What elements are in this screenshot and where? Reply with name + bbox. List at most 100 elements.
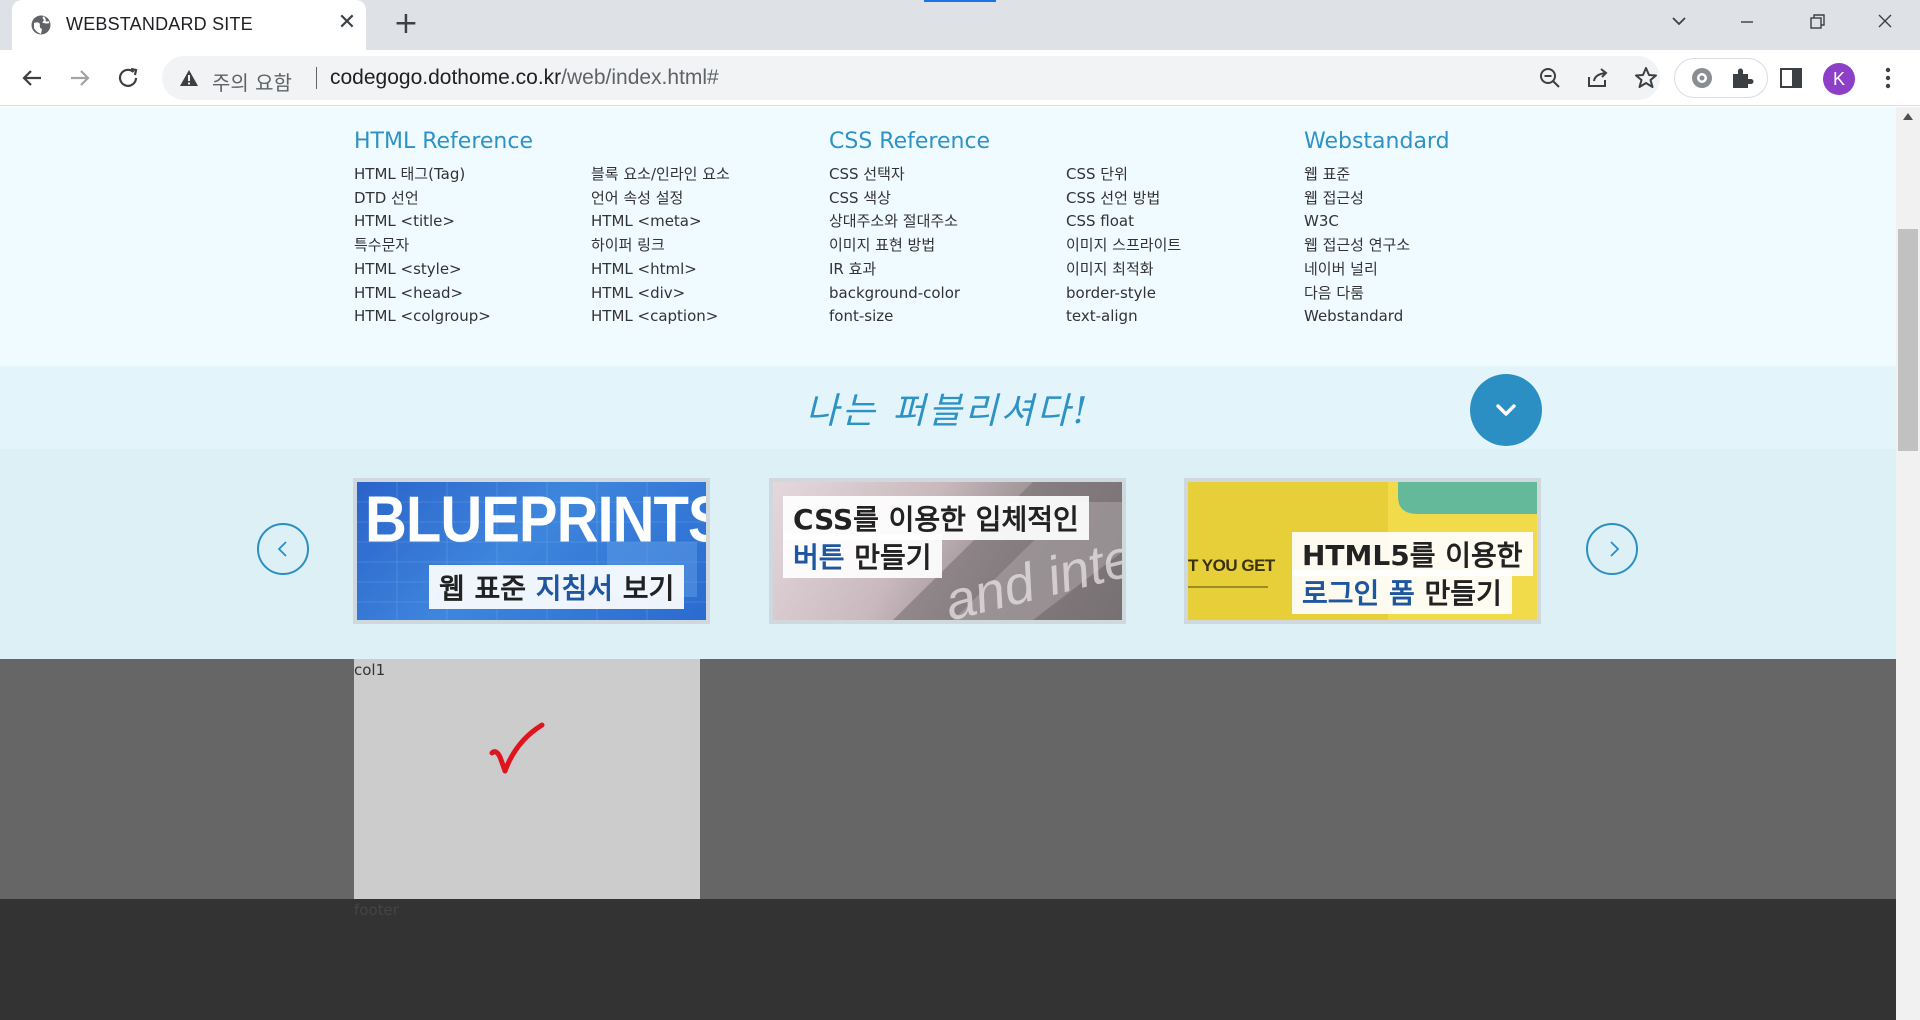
list-item[interactable]: HTML <style>: [354, 258, 533, 282]
list-item[interactable]: 이미지 표현 방법: [829, 234, 990, 258]
divider: [316, 67, 317, 89]
list-item[interactable]: 이미지 스프라이트: [1066, 234, 1181, 258]
list-item[interactable]: 블록 요소/인라인 요소: [591, 163, 730, 187]
caption-highlight: 지침서: [535, 572, 614, 605]
list-item[interactable]: CSS 색상: [829, 187, 990, 211]
ref-list: HTML 태그(Tag) DTD 선언 HTML <title> 특수문자 HT…: [354, 163, 533, 329]
ref-list: CSS 선택자 CSS 색상 상대주소와 절대주소 이미지 표현 방법 IR 효…: [829, 163, 990, 329]
new-tab-button[interactable]: +: [389, 8, 423, 42]
ref-heading: Webstandard: [1304, 129, 1450, 154]
ref-column-css: CSS Reference CSS 선택자 CSS 색상 상대주소와 절대주소 …: [829, 129, 990, 329]
list-item[interactable]: 특수문자: [354, 234, 533, 258]
slide-blueprints[interactable]: BLUEPRINTS 웹 표준 지침서 보기: [353, 478, 710, 624]
list-item[interactable]: 네이버 널리: [1304, 258, 1450, 282]
slider-prev-button[interactable]: [257, 523, 309, 575]
puzzle-icon[interactable]: [1729, 65, 1755, 91]
active-tab[interactable]: WEBSTANDARD SITE ✕: [12, 0, 366, 51]
slogan-band: 나는 퍼블리셔다!: [0, 366, 1896, 449]
cols-section: col1: [0, 659, 1896, 899]
list-item[interactable]: CSS float: [1066, 210, 1181, 234]
list-item[interactable]: HTML 태그(Tag): [354, 163, 533, 187]
caption-text: 만들기: [1414, 577, 1502, 610]
ref-list: 웹 표준 웹 접근성 W3C 웹 접근성 연구소 네이버 널리 다음 다룸 We…: [1304, 163, 1450, 329]
ref-list: CSS 단위 CSS 선언 방법 CSS float 이미지 스프라이트 이미지…: [1066, 163, 1181, 329]
list-item[interactable]: background-color: [829, 282, 990, 306]
scroll-thumb[interactable]: [1898, 229, 1918, 451]
url-text[interactable]: codegogo.dothome.co.kr/web/index.html#: [330, 66, 719, 90]
back-icon[interactable]: [13, 59, 51, 97]
ref-column-html: HTML Reference HTML 태그(Tag) DTD 선언 HTML …: [354, 129, 533, 329]
extensions-group: [1674, 58, 1768, 98]
reload-icon[interactable]: [109, 59, 147, 97]
list-item[interactable]: 이미지 최적화: [1066, 258, 1181, 282]
list-item[interactable]: HTML <html>: [591, 258, 730, 282]
avatar[interactable]: K: [1823, 63, 1855, 95]
scroll-down-button[interactable]: [1470, 374, 1542, 446]
minimize-icon[interactable]: [1724, 6, 1770, 40]
chevron-down-icon: [1496, 404, 1516, 416]
zoom-out-icon[interactable]: [1536, 64, 1564, 92]
list-item[interactable]: Webstandard: [1304, 305, 1450, 329]
bookmark-star-icon[interactable]: [1632, 64, 1660, 92]
list-item[interactable]: 하이퍼 링크: [591, 234, 730, 258]
list-item[interactable]: HTML <colgroup>: [354, 305, 533, 329]
list-item[interactable]: 다음 다룸: [1304, 282, 1450, 306]
ref-column-html-2: 블록 요소/인라인 요소 언어 속성 설정 HTML <meta> 하이퍼 링크…: [591, 129, 730, 329]
loading-indicator: [924, 0, 996, 2]
slide-css-button[interactable]: and inte e CSS를 이용한 입체적인 버튼 만들기: [769, 478, 1126, 624]
list-item[interactable]: HTML <title>: [354, 210, 533, 234]
slide-big-title: BLUEPRINTS: [365, 483, 710, 556]
tab-strip: WEBSTANDARD SITE ✕ +: [0, 0, 1920, 51]
ref-list: 블록 요소/인라인 요소 언어 속성 설정 HTML <meta> 하이퍼 링크…: [591, 163, 730, 329]
list-item[interactable]: W3C: [1304, 210, 1450, 234]
address-bar[interactable]: 주의 요함 codegogo.dothome.co.kr/web/index.h…: [162, 56, 1660, 100]
list-item[interactable]: DTD 선언: [354, 187, 533, 211]
col1-label: col1: [354, 661, 386, 679]
share-icon[interactable]: [1584, 64, 1612, 92]
list-item[interactable]: 상대주소와 절대주소: [829, 210, 990, 234]
list-item[interactable]: HTML <meta>: [591, 210, 730, 234]
slide-html5-login[interactable]: T YOU GET HTML5를 이용한 로그인 폼 만들기: [1184, 478, 1541, 624]
chevron-right-icon: [1610, 541, 1620, 557]
slider-next-button[interactable]: [1586, 523, 1638, 575]
close-icon[interactable]: ✕: [334, 10, 360, 36]
side-panel-icon[interactable]: [1777, 64, 1805, 92]
list-item[interactable]: 웹 접근성: [1304, 187, 1450, 211]
list-item[interactable]: IR 효과: [829, 258, 990, 282]
url-host: codegogo.dothome.co.kr: [330, 66, 562, 89]
scroll-up-arrow-icon[interactable]: [1903, 113, 1913, 120]
ref-column-css-2: CSS 단위 CSS 선언 방법 CSS float 이미지 스프라이트 이미지…: [1066, 129, 1181, 329]
list-item[interactable]: HTML <caption>: [591, 305, 730, 329]
list-item[interactable]: 웹 접근성 연구소: [1304, 234, 1450, 258]
list-item[interactable]: text-align: [1066, 305, 1181, 329]
more-menu-icon[interactable]: [1874, 64, 1902, 92]
restore-icon[interactable]: [1794, 6, 1840, 40]
list-item[interactable]: CSS 선택자: [829, 163, 990, 187]
slide-side-text: T YOU GET: [1188, 556, 1275, 575]
ref-heading: HTML Reference: [354, 129, 533, 154]
ref-heading: [591, 129, 730, 163]
settings-extension-icon[interactable]: [1689, 65, 1715, 91]
list-item[interactable]: CSS 단위: [1066, 163, 1181, 187]
list-item[interactable]: border-style: [1066, 282, 1181, 306]
list-item[interactable]: 웹 표준: [1304, 163, 1450, 187]
list-item[interactable]: font-size: [829, 305, 990, 329]
forward-icon[interactable]: [61, 59, 99, 97]
caption-highlight: 로그인 폼: [1302, 577, 1415, 610]
ref-column-webstandard: Webstandard 웹 표준 웹 접근성 W3C 웹 접근성 연구소 네이버…: [1304, 129, 1450, 329]
list-item[interactable]: HTML <div>: [591, 282, 730, 306]
browser-toolbar: 주의 요함 codegogo.dothome.co.kr/web/index.h…: [0, 50, 1920, 106]
slide-caption-line2: 버튼 만들기: [783, 534, 942, 578]
list-item[interactable]: CSS 선언 방법: [1066, 187, 1181, 211]
list-item[interactable]: 언어 속성 설정: [591, 187, 730, 211]
warning-icon[interactable]: [178, 67, 200, 89]
footer: footer: [0, 899, 1896, 1020]
slider-band: BLUEPRINTS 웹 표준 지침서 보기 and inte e CSS를 이…: [0, 449, 1896, 659]
list-item[interactable]: HTML <head>: [354, 282, 533, 306]
close-window-icon[interactable]: [1862, 6, 1908, 40]
scrollbar[interactable]: [1896, 107, 1920, 1020]
caption-text: 보기: [613, 572, 675, 605]
tab-search-icon[interactable]: [1656, 6, 1702, 40]
security-label[interactable]: 주의 요함: [212, 67, 292, 96]
checkmark-icon: [489, 722, 545, 774]
